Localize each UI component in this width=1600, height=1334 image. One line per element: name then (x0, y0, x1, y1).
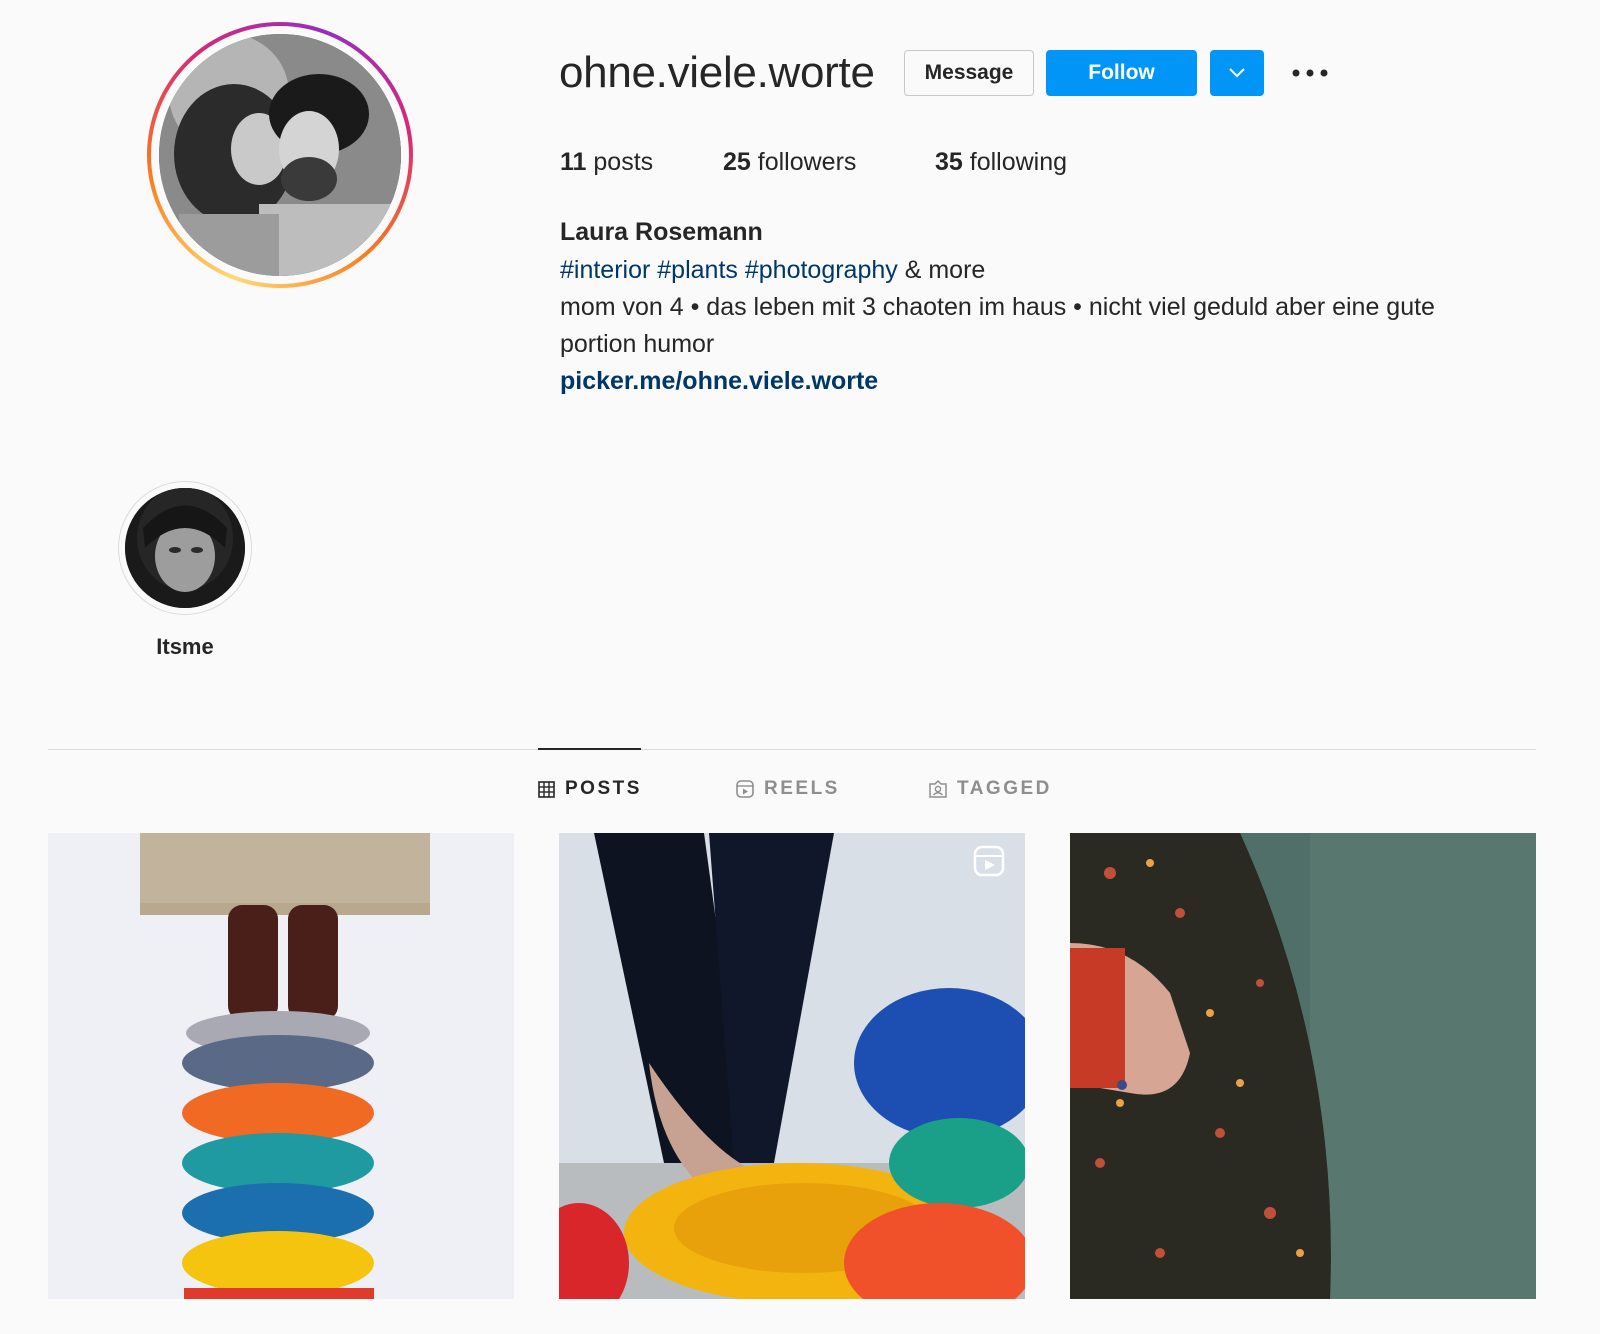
followers-link[interactable]: 25 followers (723, 148, 856, 177)
hashtag-link[interactable]: #interior (560, 256, 650, 284)
profile-avatar (159, 34, 401, 276)
bio-text: mom von 4 • das leben mit 3 chaoten im h… (560, 293, 1435, 321)
post-thumbnail[interactable] (1070, 833, 1536, 1299)
profile-username: ohne.viele.worte (559, 48, 875, 97)
hashtag-link[interactable]: #photography (745, 256, 898, 284)
chevron-down-icon (1229, 68, 1245, 78)
highlight-cover (125, 488, 245, 608)
tab-posts[interactable]: POSTS (538, 778, 642, 800)
post-thumbnail[interactable] (559, 833, 1025, 1299)
suggested-accounts-button[interactable] (1210, 50, 1264, 96)
tagged-icon (929, 780, 947, 798)
bio-hashtags-line: #interior #plants #photography & more (560, 252, 985, 289)
story-highlight[interactable] (118, 481, 252, 615)
following-link[interactable]: 35 following (935, 148, 1067, 177)
reels-icon (736, 780, 754, 798)
bio-text: portion humor (560, 330, 715, 358)
post-thumbnail[interactable] (48, 833, 514, 1299)
tab-tagged[interactable]: TAGGED (929, 778, 1052, 800)
profile-full-name: Laura Rosemann (560, 218, 763, 246)
hashtag-link[interactable]: #plants (657, 256, 738, 284)
bio-external-link[interactable]: picker.me/ohne.viele.worte (560, 367, 878, 395)
active-tab-indicator (538, 748, 641, 750)
more-options-button[interactable] (1288, 56, 1332, 90)
posts-count: 11 posts (560, 148, 654, 176)
tab-reels[interactable]: REELS (736, 778, 840, 800)
follow-button[interactable]: Follow (1046, 50, 1197, 96)
message-button[interactable]: Message (904, 50, 1034, 96)
bio-text: & more (904, 256, 986, 284)
ellipsis-icon (1292, 69, 1328, 77)
highlight-label: Itsme (156, 634, 214, 659)
profile-avatar-ring[interactable] (147, 22, 413, 288)
tabs-divider (48, 749, 1536, 750)
grid-icon (538, 780, 555, 798)
